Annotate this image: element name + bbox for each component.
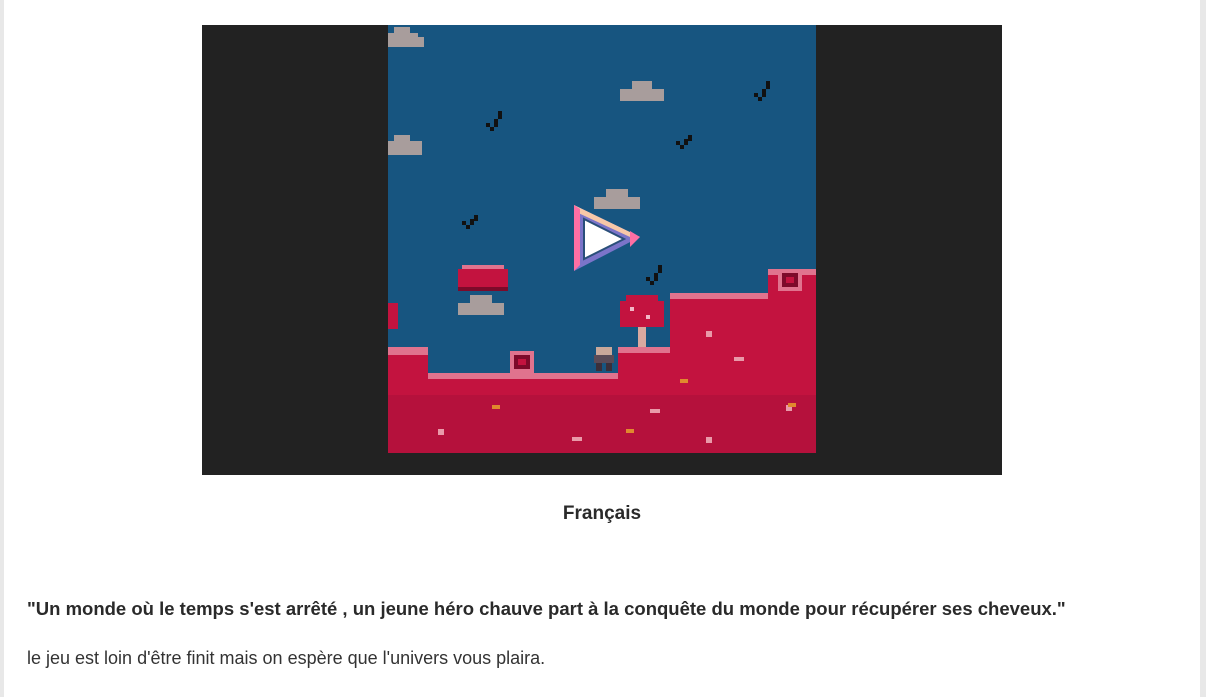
play-icon[interactable] xyxy=(570,201,644,275)
language-caption: Français xyxy=(562,503,642,524)
game-description: le jeu est loin d'être finit mais on esp… xyxy=(27,648,546,668)
page: Français "Un monde où le temps s'est arr… xyxy=(4,0,1200,697)
bush xyxy=(388,303,398,329)
crate-block xyxy=(510,351,534,373)
floating-platform xyxy=(458,265,508,291)
game-tagline: "Un monde où le temps s'est arrêté , un … xyxy=(27,598,1066,619)
scrollbar[interactable] xyxy=(1200,0,1206,697)
crate-block xyxy=(778,269,802,291)
game-player[interactable] xyxy=(202,25,1002,475)
